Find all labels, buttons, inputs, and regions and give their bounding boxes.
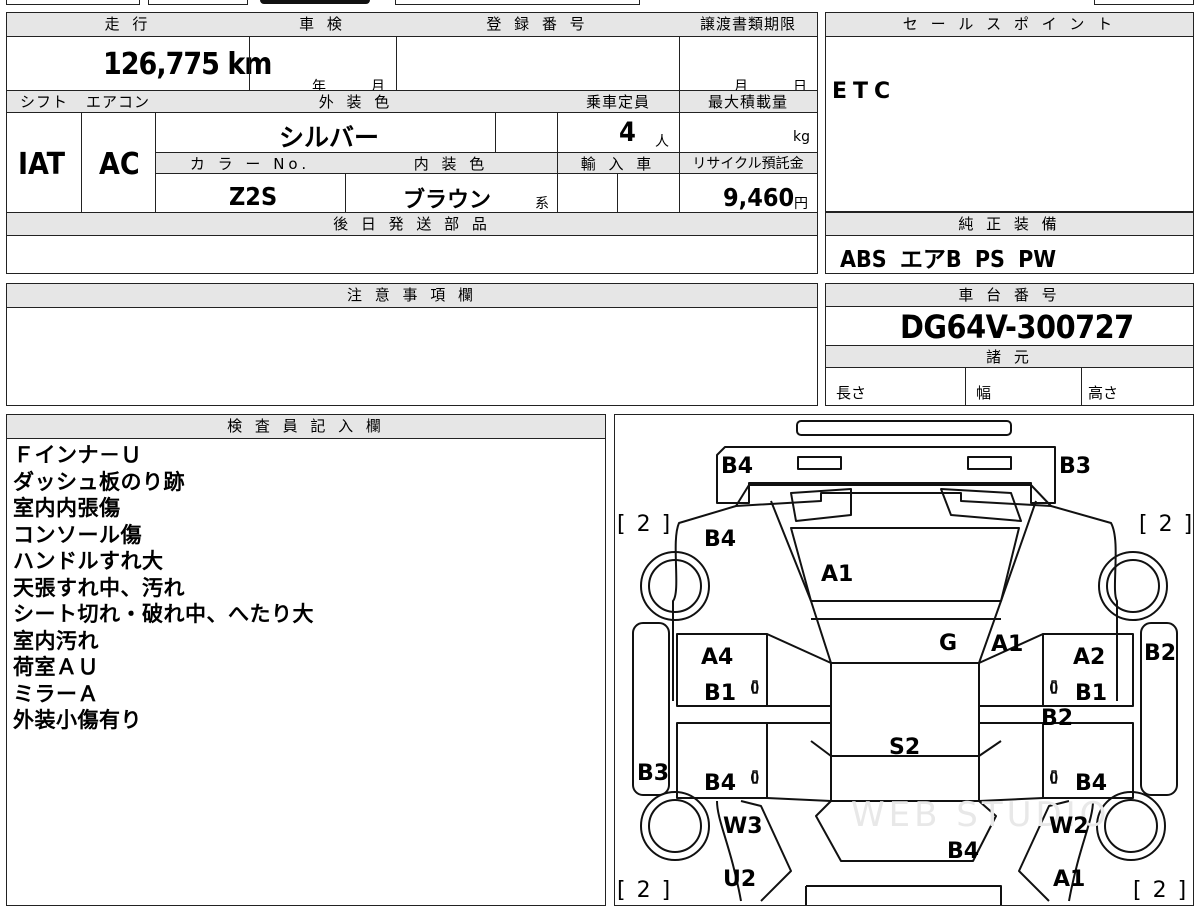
recycle-fee-value: 9,460: [723, 183, 795, 212]
mark-roof-a1: A1: [991, 632, 1023, 657]
mark-hood: B4: [947, 839, 979, 864]
mark-quarter-left: A4: [701, 645, 733, 670]
color-no-value: Z2S: [229, 182, 278, 211]
inspector-notes: Ｆインナ－Ｕ ダッシュ板のり跡 室内内張傷 コンソール傷 ハンドルすれ大 天張す…: [13, 442, 314, 734]
mark-rear-left: B4: [721, 454, 753, 479]
car-diagram: WEB STUDIO B4 B3 B4 A1 A4 B1 G A1 A2 B1 …: [617, 420, 1193, 905]
chassis-box: 車 台 番 号 DG64V-300727 諸 元 長さ 幅 高さ: [825, 283, 1194, 406]
mark-tyre-fr: [ 2 ]: [1133, 878, 1188, 903]
mark-door-left-b1: B1: [704, 681, 736, 706]
spec-header: 諸 元: [826, 345, 1193, 368]
interior-color-value: ブラウン: [403, 188, 492, 213]
capacity-header: 乗車定員: [557, 90, 679, 113]
mark-side-right: B2: [1144, 641, 1176, 666]
mark-zero-l2: 0: [750, 769, 760, 787]
mark-fender-right: W2: [1049, 814, 1089, 839]
inspector-line: コンソール傷: [13, 522, 142, 547]
mark-tyre-fl: [ 2 ]: [617, 878, 672, 903]
chassis-number: DG64V-300727: [900, 308, 1134, 346]
width-label: 幅: [976, 384, 992, 402]
later-parts-header: 後 日 発 送 部 品: [7, 212, 817, 236]
import-header: 輸 入 車: [557, 152, 679, 174]
inspector-line: 天張すれ中、汚れ: [13, 575, 185, 600]
inspector-line: 室内汚れ: [13, 628, 99, 653]
mark-quarter-right: A2: [1073, 645, 1105, 670]
mark-side-left: B3: [637, 761, 669, 786]
length-label: 長さ: [836, 384, 867, 402]
shift-header: シフト: [7, 90, 81, 113]
notes-box: 注 意 事 項 欄: [6, 283, 818, 406]
registration-header: 登 録 番 号: [396, 13, 679, 37]
inspector-header: 検 査 員 記 入 欄: [7, 415, 605, 439]
mark-door-right-b1: B1: [1075, 681, 1107, 706]
mark-rear-door-left: B4: [704, 527, 736, 552]
notes-header: 注 意 事 項 欄: [7, 284, 817, 308]
transfer-deadline-header: 譲渡書類期限: [679, 13, 817, 37]
mark-rear-right: B3: [1059, 454, 1091, 479]
sales-point-header: セ ー ル ス ポ イ ン ト: [826, 13, 1193, 37]
inspector-line: ミラーＡ: [13, 681, 99, 706]
sales-point-text: ETC: [832, 79, 897, 104]
inspector-line: 荷室ＡＵ: [13, 655, 99, 679]
max-load-unit: kg: [793, 129, 810, 145]
inspector-line: 室内内張傷: [13, 496, 121, 520]
recycle-unit: 円: [794, 196, 808, 212]
inspector-line: ハンドルすれ大: [13, 549, 164, 573]
height-label: 高さ: [1088, 384, 1119, 402]
inspector-line: シート切れ・破れ中、へたり大: [13, 602, 314, 626]
top-cutoff-strip: [0, 0, 1200, 7]
interior-color-header: 内 装 色: [345, 152, 557, 174]
mileage-value: 126,775 km: [103, 47, 272, 82]
shaken-header: 車 検: [249, 13, 396, 37]
aircon-value: AC: [99, 147, 140, 182]
mark-zero-r1: 0: [1049, 679, 1059, 697]
mark-tyre-rr: [ 2 ]: [1139, 512, 1193, 537]
car-diagram-box: WEB STUDIO B4 B3 B4 A1 A4 B1 G A1 A2 B1 …: [614, 414, 1194, 906]
mark-front-right: A1: [1053, 867, 1085, 892]
interior-suffix: 系: [535, 196, 549, 212]
mark-pillar-right: B2: [1041, 706, 1073, 731]
mark-front-door-left: B4: [704, 771, 736, 796]
mark-roof-g: G: [939, 631, 957, 656]
mark-tyre-rl: [ 2 ]: [617, 512, 672, 537]
max-load-header: 最大積載量: [679, 90, 817, 113]
genuine-equipment-header: 純 正 装 備: [826, 213, 1193, 236]
inspector-line: Ｆインナ－Ｕ: [13, 443, 142, 467]
sales-point-box: セ ー ル ス ポ イ ン ト ETC: [825, 12, 1194, 212]
inspector-line: ダッシュ板のり跡: [13, 469, 185, 494]
mark-front-door-right: B4: [1075, 771, 1107, 796]
mark-front-left: U2: [723, 867, 756, 892]
color-no-header: カ ラ ー No.: [155, 152, 345, 174]
mark-rear-glass: A1: [821, 562, 853, 587]
inspector-line: 外装小傷有り: [13, 708, 142, 732]
exterior-color-value: シルバー: [279, 123, 380, 152]
capacity-unit: 人: [655, 134, 669, 150]
recycle-header: リサイクル預託金: [679, 152, 817, 174]
aircon-header: エアコン: [81, 90, 155, 113]
shift-value: IAT: [18, 147, 66, 182]
genuine-equipment-text: ABS エアB PS PW: [840, 247, 1057, 273]
chassis-header: 車 台 番 号: [826, 284, 1193, 307]
mark-fender-left: W3: [723, 814, 763, 839]
capacity-value: 4: [619, 117, 636, 148]
mark-roof: S2: [889, 735, 920, 760]
mark-zero-r2: 0: [1049, 769, 1059, 787]
genuine-equipment-box: 純 正 装 備 ABS エアB PS PW: [825, 212, 1194, 274]
mileage-header: 走 行: [7, 13, 249, 37]
mark-zero-l1: 0: [750, 679, 760, 697]
exterior-color-header: 外 装 色: [155, 90, 557, 113]
inspector-box: 検 査 員 記 入 欄 Ｆインナ－Ｕ ダッシュ板のり跡 室内内張傷 コンソール傷…: [6, 414, 606, 906]
vehicle-info-table: 走 行 車 検 登 録 番 号 譲渡書類期限 126,775 km 年 月 月 …: [6, 12, 818, 274]
